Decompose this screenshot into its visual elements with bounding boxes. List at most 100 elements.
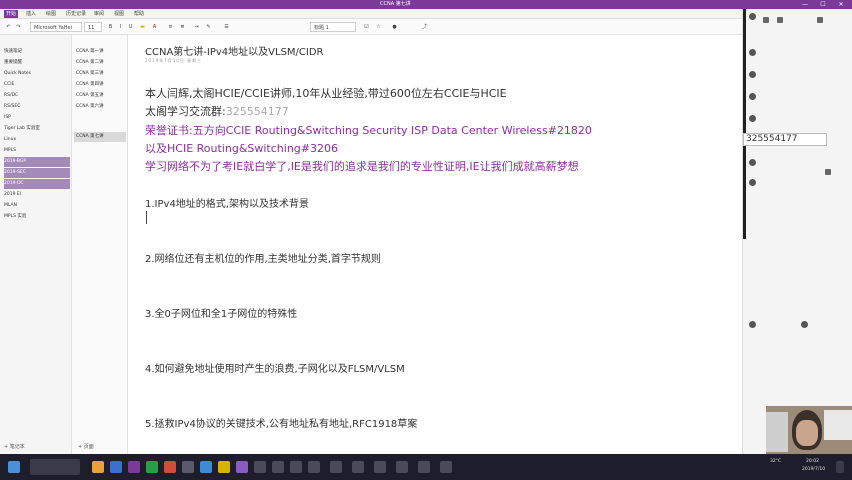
section-item-active[interactable]: CCNA 第七讲 bbox=[74, 132, 126, 142]
app-icon[interactable] bbox=[218, 461, 230, 473]
section-item[interactable]: CCNA 第五讲 bbox=[74, 91, 126, 101]
app-icon[interactable] bbox=[182, 461, 194, 473]
app-icon[interactable] bbox=[254, 461, 266, 473]
notebook-item[interactable]: RS/SEC bbox=[4, 102, 70, 112]
app-icon[interactable] bbox=[110, 461, 122, 473]
notebook-item[interactable]: CCIE bbox=[4, 80, 70, 90]
app-icon[interactable] bbox=[272, 461, 284, 473]
onenote-icon[interactable] bbox=[128, 461, 140, 473]
app-icon[interactable] bbox=[290, 461, 302, 473]
app-icon[interactable] bbox=[308, 461, 320, 473]
section-item[interactable]: CCNA 第四讲 bbox=[74, 80, 126, 90]
share-icon[interactable]: ⤴ bbox=[420, 22, 429, 32]
app-icon[interactable] bbox=[440, 461, 452, 473]
section-item[interactable]: CCNA 第二讲 bbox=[74, 58, 126, 68]
intro-line[interactable]: 荣誉证书:五方向CCIE Routing&Switching Security … bbox=[145, 122, 592, 138]
notebook-item[interactable]: MPLS bbox=[4, 146, 70, 156]
app-icon[interactable] bbox=[352, 461, 364, 473]
app-icon[interactable] bbox=[396, 461, 408, 473]
style-select[interactable]: 标题 1 bbox=[310, 22, 356, 32]
ribbon-tabs: 开始 插入 绘图 历史记录 审阅 视图 帮助 bbox=[0, 9, 852, 19]
italic-icon[interactable]: I bbox=[116, 22, 125, 32]
app-icon[interactable] bbox=[330, 461, 342, 473]
section-item[interactable]: CCNA 第三讲 bbox=[74, 69, 126, 79]
minimize-button[interactable]: — bbox=[796, 0, 814, 9]
panel-scrollbar[interactable] bbox=[743, 9, 746, 239]
notebook-item[interactable]: 2019-SEC bbox=[4, 168, 70, 178]
section-item[interactable]: CCNA 第一讲 bbox=[74, 47, 126, 57]
maximize-button[interactable]: ☐ bbox=[814, 0, 832, 9]
outline-item[interactable]: 1.IPv4地址的格式,架构以及技术背景 bbox=[145, 195, 309, 210]
close-button[interactable]: ✕ bbox=[832, 0, 850, 9]
outline-item[interactable]: 2.网络位还有主机位的作用,主类地址分类,首字节规则 bbox=[145, 250, 381, 265]
outline-item[interactable]: 3.全0子网位和全1子网位的特殊性 bbox=[145, 305, 297, 320]
undo-icon[interactable]: ↶ bbox=[4, 22, 13, 32]
intro-line[interactable]: 学习网络不为了考IE就白学了,IE是我们的追求是我们的专业性证明,IE让我们成就… bbox=[145, 158, 579, 174]
side-panel: 325554177 bbox=[742, 9, 852, 454]
notebook-item[interactable]: 快速笔记 bbox=[4, 47, 70, 57]
user-icon bbox=[763, 17, 769, 23]
close-panel-icon[interactable] bbox=[817, 17, 823, 23]
app-icon[interactable] bbox=[92, 461, 104, 473]
notebook-item[interactable]: Linux bbox=[4, 135, 70, 145]
notebook-item[interactable]: Tiger Lab 实验室 bbox=[4, 124, 70, 134]
indent-icon[interactable]: ⇥ bbox=[192, 22, 201, 32]
tab-history[interactable]: 历史记录 bbox=[64, 10, 88, 18]
intro-line[interactable]: 本人闫辉,太阁HCIE/CCIE讲师,10年从业经验,带过600位左右CCIE与… bbox=[145, 85, 507, 101]
clear-format-icon[interactable]: ✎ bbox=[204, 22, 213, 32]
add-page-button[interactable]: + 页面 bbox=[78, 443, 94, 451]
tray-date[interactable]: 2019/7/10 bbox=[802, 467, 825, 473]
start-icon[interactable] bbox=[8, 461, 20, 473]
bullet-list-icon[interactable]: ≡ bbox=[166, 22, 175, 32]
search-box[interactable] bbox=[30, 459, 80, 475]
numbered-list-icon[interactable]: ≣ bbox=[178, 22, 187, 32]
star-icon[interactable]: ☆ bbox=[374, 22, 383, 32]
notebook-item[interactable]: 重要提醒 bbox=[4, 58, 70, 68]
notebook-item[interactable]: ISP bbox=[4, 113, 70, 123]
section-item[interactable]: CCNA 第六讲 bbox=[74, 102, 126, 112]
font-name-select[interactable]: Microsoft YaHei bbox=[30, 22, 82, 32]
app-icon[interactable] bbox=[164, 461, 176, 473]
app-icon[interactable] bbox=[200, 461, 212, 473]
add-notebook-button[interactable]: + 笔记本 bbox=[4, 443, 25, 451]
notebook-item[interactable]: 2019-BGP bbox=[4, 157, 70, 167]
intro-line[interactable]: 太阁学习交流群:325554177 bbox=[145, 103, 289, 119]
avatar bbox=[749, 71, 756, 78]
align-icon[interactable]: ☰ bbox=[222, 22, 231, 32]
app-icon[interactable] bbox=[418, 461, 430, 473]
avatar bbox=[749, 115, 756, 122]
tray-time[interactable]: 20:02 bbox=[806, 459, 819, 465]
expand-icon[interactable] bbox=[825, 169, 831, 175]
note-page[interactable]: CCNA第七讲-IPv4地址以及VLSM/CIDR 2019年7月10日 星期三… bbox=[128, 35, 742, 454]
tab-help[interactable]: 帮助 bbox=[132, 10, 146, 18]
tab-view[interactable]: 视图 bbox=[112, 10, 126, 18]
tab-insert[interactable]: 插入 bbox=[24, 10, 38, 18]
tab-review[interactable]: 审阅 bbox=[92, 10, 106, 18]
settings-icon[interactable] bbox=[777, 17, 783, 23]
mic-icon[interactable]: ● bbox=[390, 22, 399, 32]
notebook-item[interactable]: MPLS 实验 bbox=[4, 212, 70, 222]
notebook-item[interactable]: RS/DC bbox=[4, 91, 70, 101]
app-icon[interactable] bbox=[236, 461, 248, 473]
tag-icon[interactable]: ☑ bbox=[362, 22, 371, 32]
bold-icon[interactable]: B bbox=[106, 22, 115, 32]
notebook-item[interactable]: Quick Notes bbox=[4, 69, 70, 79]
notebook-item[interactable]: 2019-DC bbox=[4, 179, 70, 189]
font-color-icon[interactable]: A bbox=[150, 22, 159, 32]
page-title[interactable]: CCNA第七讲-IPv4地址以及VLSM/CIDR bbox=[145, 43, 324, 58]
font-size-select[interactable]: 11 bbox=[84, 22, 102, 32]
app-icon[interactable] bbox=[146, 461, 158, 473]
notification-icon[interactable] bbox=[836, 461, 844, 473]
tab-draw[interactable]: 绘图 bbox=[44, 10, 58, 18]
redo-icon[interactable]: ↷ bbox=[14, 22, 23, 32]
outline-item[interactable]: 5.拯救IPv4协议的关键技术,公有地址私有地址,RFC1918草案 bbox=[145, 415, 417, 430]
notebook-item[interactable]: 2019 EI bbox=[4, 190, 70, 200]
tab-home[interactable]: 开始 bbox=[4, 10, 19, 18]
app-icon[interactable] bbox=[374, 461, 386, 473]
outline-item[interactable]: 4.如何避免地址使用时产生的浪费,子网化以及FLSM/VLSM bbox=[145, 360, 405, 375]
highlight-icon[interactable]: ▬ bbox=[138, 22, 147, 32]
intro-line[interactable]: 以及HCIE Routing&Switching#3206 bbox=[145, 140, 338, 156]
underline-icon[interactable]: U bbox=[126, 22, 135, 32]
avatar bbox=[749, 93, 756, 100]
notebook-item[interactable]: MLAN bbox=[4, 201, 70, 211]
